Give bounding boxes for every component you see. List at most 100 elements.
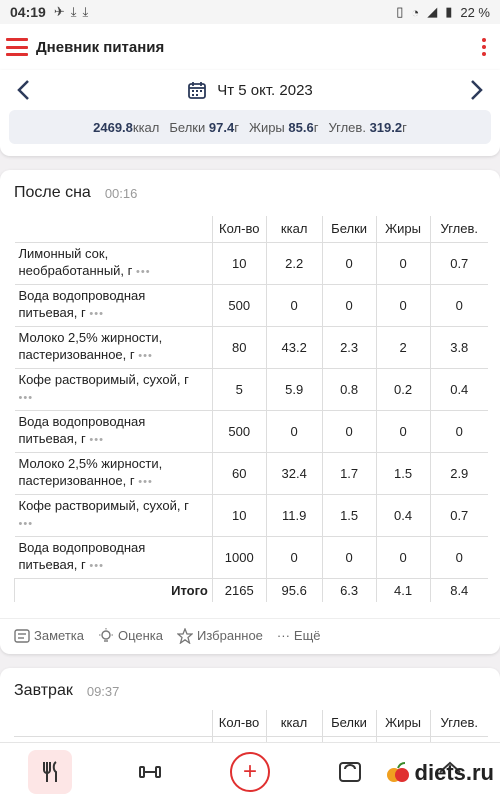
food-name: Вода водопроводная питьевая, г ••• <box>14 284 213 327</box>
food-protein: 1.7 <box>321 452 377 495</box>
date-label: Чт 5 окт. 2023 <box>217 81 313 99</box>
nav-workouts[interactable] <box>128 750 172 794</box>
apple-icon <box>386 762 409 782</box>
nav-diary[interactable] <box>28 749 72 794</box>
ellipsis-icon: ··· <box>276 628 290 643</box>
menu-icon[interactable] <box>6 38 28 56</box>
table-row[interactable]: Вода водопроводная питьевая, г ••• 500 0 0 0 0 <box>14 410 488 453</box>
total-protein-cell: 6.3 <box>321 578 377 602</box>
daily-totals: 2469.8ккал Белки 97.4г Жиры 85.6г Углев.… <box>9 110 491 144</box>
food-table: Кол-во ккал Белки Жиры Углев. Лимонный с… <box>14 216 488 602</box>
food-qty: 5 <box>211 368 267 411</box>
total-protein: 97.4 <box>208 119 235 135</box>
meal-card-after-sleep: После сна 00:16 Кол-во ккал Белки Жиры У… <box>0 170 500 654</box>
food-kcal: 0 <box>265 536 323 579</box>
food-carbs: 0.4 <box>429 368 488 411</box>
table-row[interactable]: Молоко 2,5% жирности, пастеризованное, г … <box>14 326 488 369</box>
total-fat-cell: 4.1 <box>375 578 431 602</box>
download-icon-2: ⤓ <box>82 4 89 19</box>
food-fat: 2 <box>375 326 431 369</box>
total-row: Итого 2165 95.6 6.3 4.1 8.4 <box>14 578 488 602</box>
table-row[interactable]: Молоко 2,5% жирности, пастеризованное, г … <box>14 452 488 495</box>
food-protein: 0 <box>321 536 377 579</box>
date-summary-card: Чт 5 окт. 2023 2469.8ккал Белки 97.4г Жи… <box>0 70 500 156</box>
food-carbs: 3.8 <box>429 326 488 369</box>
rating-button[interactable]: Оценка <box>98 627 163 644</box>
table-row[interactable]: Лимонный сок, необработанный, г ••• 10 2.2 0… <box>14 242 488 285</box>
more-options-icon[interactable] <box>474 38 494 56</box>
dumbbell-icon <box>139 765 161 778</box>
food-protein: 0 <box>321 410 377 453</box>
next-day-icon[interactable] <box>466 78 486 102</box>
table-row[interactable]: Вода водопроводная питьевая, г ••• 500 0 0 0 0 <box>14 284 488 327</box>
food-fat: 0.2 <box>375 368 431 411</box>
total-qty: 2165 <box>211 578 267 602</box>
col-fat: Жиры <box>375 710 430 737</box>
status-bar: 04:19 ✈ ⤓ ⤓ ▯ ◔ ◢ ▮ 22 % <box>0 0 500 24</box>
food-kcal: 11.9 <box>265 494 323 537</box>
ellipsis-icon[interactable]: ••• <box>19 392 34 404</box>
page-title: Дневник питания <box>36 38 165 56</box>
col-carbs: Углев. <box>429 710 488 737</box>
meal-name: После сна <box>14 184 91 201</box>
meal-actions: Заметка Оценка Избранное ··· Ещё <box>0 618 500 652</box>
food-protein: 0.8 <box>321 368 377 411</box>
food-carbs: 0 <box>429 284 488 327</box>
table-row[interactable]: Кофе растворимый, сухой, г ••• 5 5.9 0.8 0.2 0… <box>14 368 488 411</box>
ellipsis-icon[interactable]: ••• <box>136 266 151 278</box>
ellipsis-icon[interactable]: ••• <box>89 560 104 572</box>
food-kcal: 2.2 <box>265 242 323 285</box>
table-row[interactable]: Вода водопроводная питьевая, г ••• 1000 0 0 0… <box>14 536 488 579</box>
food-carbs: 2.9 <box>429 452 488 495</box>
food-name: Вода водопроводная питьевая, г ••• <box>14 410 213 453</box>
food-carbs: 0.7 <box>429 242 488 285</box>
previous-day-icon[interactable] <box>14 78 34 102</box>
note-button[interactable]: Заметка <box>14 628 84 643</box>
food-name: Вода водопроводная питьевая, г ••• <box>14 536 213 579</box>
vibrate-icon: ▯ <box>396 4 404 19</box>
food-carbs: 0 <box>429 536 488 579</box>
meal-header[interactable]: Завтрак 09:37 <box>0 668 500 714</box>
food-fat: 1.5 <box>375 452 431 495</box>
more-button[interactable]: ··· Ещё <box>277 628 321 643</box>
date-picker[interactable]: Чт 5 окт. 2023 <box>187 80 313 100</box>
nav-weight[interactable] <box>328 750 372 794</box>
col-qty: Кол-во <box>211 710 266 737</box>
download-icon: ⤓ <box>70 4 77 19</box>
food-qty: 10 <box>211 242 267 285</box>
food-protein: 0 <box>321 284 377 327</box>
telegram-icon: ✈ <box>53 4 65 19</box>
nav-add[interactable]: + <box>228 750 272 794</box>
food-protein: 1.5 <box>321 494 377 537</box>
food-qty: 80 <box>211 326 267 369</box>
total-kcal: 2469.8 <box>93 119 133 135</box>
food-fat: 0 <box>375 242 431 285</box>
col-kcal: ккал <box>265 216 323 243</box>
food-name: Кофе растворимый, сухой, г ••• <box>14 494 213 537</box>
watermark: diets.ru <box>385 760 494 786</box>
food-kcal: 32.4 <box>265 452 323 495</box>
food-carbs: 0 <box>429 410 488 453</box>
fork-knife-icon <box>43 760 57 782</box>
ellipsis-icon[interactable]: ••• <box>138 476 153 488</box>
food-protein: 0 <box>321 242 377 285</box>
ellipsis-icon[interactable]: ••• <box>89 434 104 446</box>
meal-header[interactable]: После сна 00:16 <box>0 170 500 216</box>
food-fat: 0 <box>375 536 431 579</box>
battery-percent: 22 % <box>460 4 490 20</box>
food-protein: 2.3 <box>321 326 377 369</box>
total-kcal-cell: 95.6 <box>265 578 323 602</box>
total-carbs: 319.2 <box>369 119 403 135</box>
ellipsis-icon[interactable]: ••• <box>89 308 104 320</box>
col-carbs: Углев. <box>429 216 488 243</box>
food-kcal: 5.9 <box>265 368 323 411</box>
ellipsis-icon[interactable]: ••• <box>138 350 153 362</box>
food-fat: 0.4 <box>375 494 431 537</box>
total-carbs-cell: 8.4 <box>429 578 488 602</box>
scale-icon <box>339 761 361 782</box>
favorite-button[interactable]: Избранное <box>177 627 263 644</box>
table-row[interactable]: Кофе растворимый, сухой, г ••• 10 11.9 1.5 0.… <box>14 494 488 537</box>
add-icon: + <box>230 751 270 792</box>
ellipsis-icon[interactable]: ••• <box>19 518 34 530</box>
col-protein: Белки <box>321 216 377 243</box>
